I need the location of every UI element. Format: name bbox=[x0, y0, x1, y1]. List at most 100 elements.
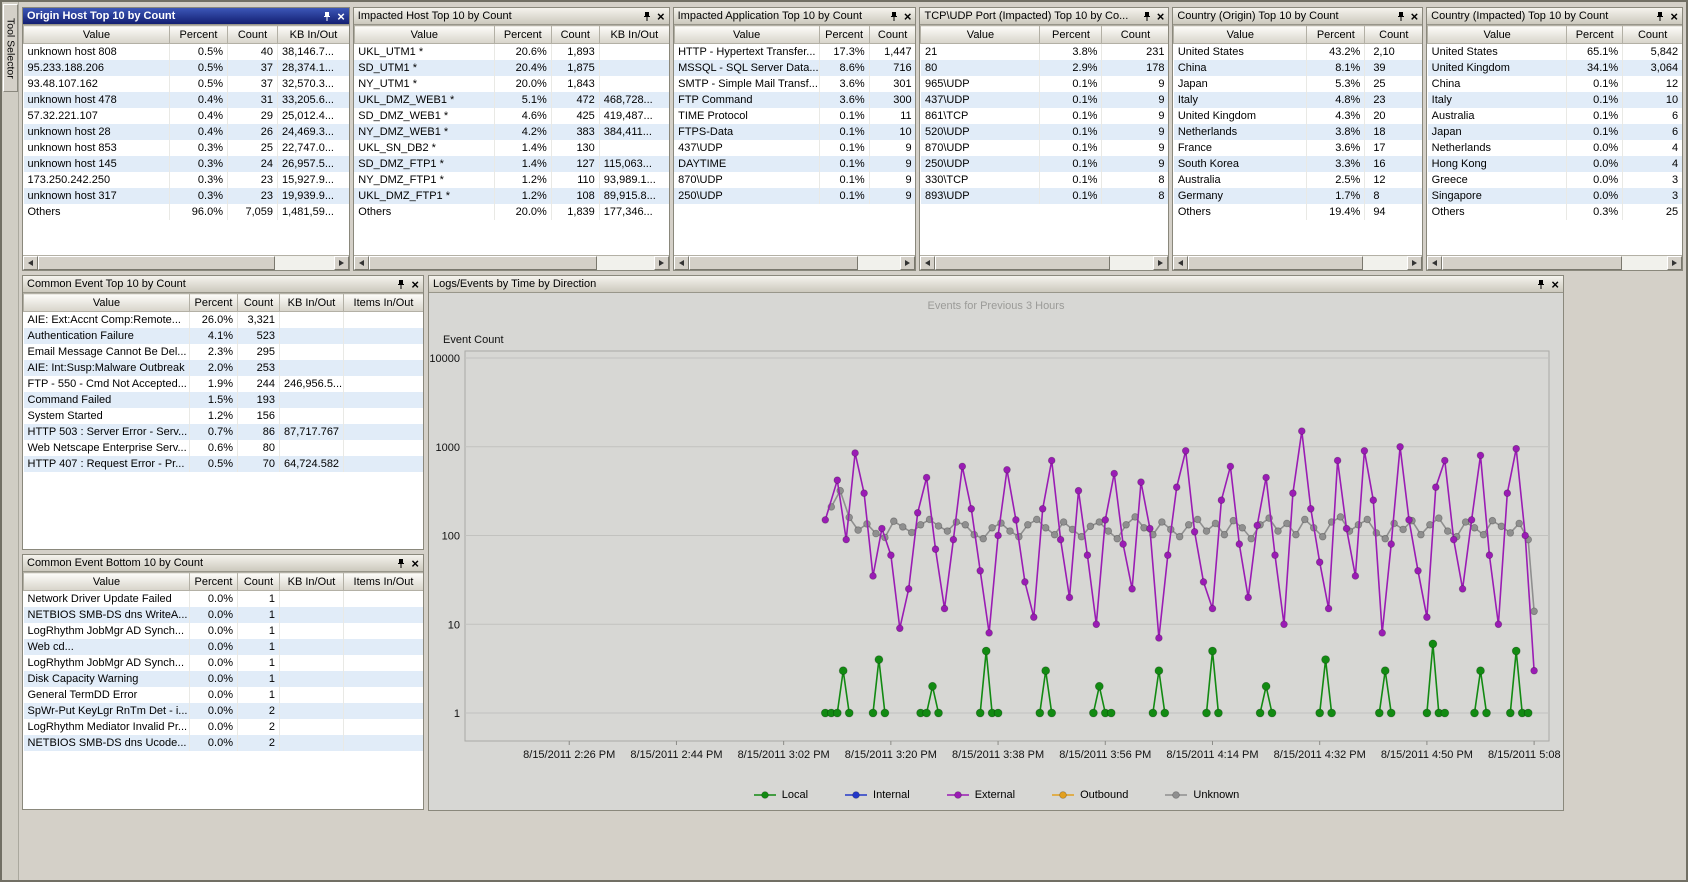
pin-icon[interactable] bbox=[1536, 279, 1546, 290]
column-header[interactable]: Count bbox=[228, 26, 278, 44]
legend-item-outbound[interactable]: Outbound bbox=[1051, 789, 1128, 801]
column-header[interactable]: KB In/Out bbox=[280, 573, 344, 591]
table-row[interactable]: South Korea3.3%16 bbox=[1174, 156, 1422, 172]
scroll-right-button[interactable] bbox=[1667, 256, 1682, 270]
horizontal-scrollbar[interactable] bbox=[674, 255, 916, 270]
origin-host-titlebar[interactable]: Origin Host Top 10 by Count × bbox=[23, 8, 349, 25]
legend-item-internal[interactable]: Internal bbox=[844, 789, 910, 801]
table-row[interactable]: NY_UTM1 *20.0%1,843 bbox=[354, 76, 668, 92]
scroll-left-button[interactable] bbox=[354, 256, 369, 270]
column-header[interactable]: Value bbox=[1428, 26, 1567, 44]
table-row[interactable]: NETBIOS SMB-DS dns WriteA...0.0%1 bbox=[24, 607, 424, 623]
impacted-host-titlebar[interactable]: Impacted Host Top 10 by Count × bbox=[354, 8, 669, 25]
table-row[interactable]: AIE: Ext:Accnt Comp:Remote...26.0%3,321 bbox=[24, 312, 424, 328]
table-row[interactable]: 437\UDP0.1%9 bbox=[674, 140, 915, 156]
column-header[interactable]: Percent bbox=[190, 294, 238, 312]
table-row[interactable]: 330\TCP0.1%8 bbox=[921, 172, 1168, 188]
table-row[interactable]: Command Failed1.5%193 bbox=[24, 392, 424, 408]
table-row[interactable]: Disk Capacity Warning0.0%1 bbox=[24, 671, 424, 687]
table-row[interactable]: Japan0.1%6 bbox=[1428, 124, 1682, 140]
scrollbar-thumb[interactable] bbox=[1188, 256, 1363, 270]
column-header[interactable]: Value bbox=[24, 26, 170, 44]
legend-item-local[interactable]: Local bbox=[753, 789, 808, 801]
pin-icon[interactable] bbox=[1655, 11, 1665, 22]
tool-selector-tab[interactable]: Tool Selector bbox=[3, 4, 18, 92]
table-row[interactable]: unknown host 1450.3%2426,957.5... bbox=[24, 156, 349, 172]
column-header[interactable]: KB In/Out bbox=[599, 26, 668, 44]
table-row[interactable]: Hong Kong0.0%4 bbox=[1428, 156, 1682, 172]
horizontal-scrollbar[interactable] bbox=[23, 255, 349, 270]
table-row[interactable]: China0.1%12 bbox=[1428, 76, 1682, 92]
scrollbar-thumb[interactable] bbox=[689, 256, 858, 270]
horizontal-scrollbar[interactable] bbox=[354, 255, 669, 270]
scroll-right-button[interactable] bbox=[1153, 256, 1168, 270]
table-row[interactable]: Netherlands0.0%4 bbox=[1428, 140, 1682, 156]
table-row[interactable]: Others96.0%7,0591,481,59... bbox=[24, 204, 349, 220]
table-row[interactable]: unknown host 8080.5%4038,146.7... bbox=[24, 44, 349, 60]
table-row[interactable]: SMTP - Simple Mail Transf...3.6%301 bbox=[674, 76, 915, 92]
table-row[interactable]: Australia0.1%6 bbox=[1428, 108, 1682, 124]
table-row[interactable]: 802.9%178 bbox=[921, 60, 1168, 76]
table-row[interactable]: Germany1.7%8 bbox=[1174, 188, 1422, 204]
pin-icon[interactable] bbox=[322, 11, 332, 22]
table-row[interactable]: Australia2.5%12 bbox=[1174, 172, 1422, 188]
table-row[interactable]: unknown host 4780.4%3133,205.6... bbox=[24, 92, 349, 108]
scrollbar-track[interactable] bbox=[689, 256, 901, 270]
table-row[interactable]: FTP Command3.6%300 bbox=[674, 92, 915, 108]
events-by-time-chart[interactable]: 1000010001001018/15/2011 2:26 PM8/15/201… bbox=[429, 293, 1563, 780]
scrollbar-track[interactable] bbox=[935, 256, 1153, 270]
scroll-left-button[interactable] bbox=[23, 256, 38, 270]
legend-item-unknown[interactable]: Unknown bbox=[1164, 789, 1239, 801]
table-row[interactable]: UKL_SN_DB2 *1.4%130 bbox=[354, 140, 668, 156]
column-header[interactable]: Count bbox=[238, 294, 280, 312]
table-row[interactable]: Japan5.3%25 bbox=[1174, 76, 1422, 92]
table-row[interactable]: UKL_DMZ_FTP1 *1.2%10889,915.8... bbox=[354, 188, 668, 204]
table-row[interactable]: China8.1%39 bbox=[1174, 60, 1422, 76]
table-row[interactable]: System Started1.2%156 bbox=[24, 408, 424, 424]
scroll-right-button[interactable] bbox=[654, 256, 669, 270]
table-row[interactable]: SD_UTM1 *20.4%1,875 bbox=[354, 60, 668, 76]
table-row[interactable]: United Kingdom34.1%3,064 bbox=[1428, 60, 1682, 76]
table-row[interactable]: SpWr-Put KeyLgr RnTm Det - i...0.0%2 bbox=[24, 703, 424, 719]
table-row[interactable]: 250\UDP0.1%9 bbox=[674, 188, 915, 204]
table-row[interactable]: Italy4.8%23 bbox=[1174, 92, 1422, 108]
common-event-bottom-titlebar[interactable]: Common Event Bottom 10 by Count × bbox=[23, 555, 423, 572]
close-icon[interactable]: × bbox=[903, 10, 913, 23]
column-header[interactable]: Percent bbox=[190, 573, 238, 591]
table-row[interactable]: LogRhythm Mediator Invalid Pr...0.0%2 bbox=[24, 719, 424, 735]
column-header[interactable]: Count bbox=[869, 26, 915, 44]
pin-icon[interactable] bbox=[1396, 11, 1406, 22]
scroll-left-button[interactable] bbox=[1427, 256, 1442, 270]
close-icon[interactable]: × bbox=[336, 10, 346, 23]
column-header[interactable]: Value bbox=[24, 573, 190, 591]
table-row[interactable]: AIE: Int:Susp:Malware Outbreak2.0%253 bbox=[24, 360, 424, 376]
impacted-application-titlebar[interactable]: Impacted Application Top 10 by Count × bbox=[674, 8, 916, 25]
table-row[interactable]: United Kingdom4.3%20 bbox=[1174, 108, 1422, 124]
table-row[interactable]: NY_DMZ_WEB1 *4.2%383384,411... bbox=[354, 124, 668, 140]
table-row[interactable]: Others19.4%94 bbox=[1174, 204, 1422, 220]
table-row[interactable]: Others20.0%1,839177,346... bbox=[354, 204, 668, 220]
table-row[interactable]: Network Driver Update Failed0.0%1 bbox=[24, 591, 424, 607]
scroll-right-button[interactable] bbox=[900, 256, 915, 270]
table-row[interactable]: NETBIOS SMB-DS dns Ucode...0.0%2 bbox=[24, 735, 424, 751]
table-row[interactable]: Singapore0.0%3 bbox=[1428, 188, 1682, 204]
table-row[interactable]: MSSQL - SQL Server Data...8.6%716 bbox=[674, 60, 915, 76]
table-row[interactable]: Web cd...0.0%1 bbox=[24, 639, 424, 655]
country-impacted-titlebar[interactable]: Country (Impacted) Top 10 by Count × bbox=[1427, 8, 1682, 25]
table-row[interactable]: TIME Protocol0.1%11 bbox=[674, 108, 915, 124]
table-row[interactable]: unknown host 8530.3%2522,747.0... bbox=[24, 140, 349, 156]
table-row[interactable]: Authentication Failure4.1%523 bbox=[24, 328, 424, 344]
table-row[interactable]: 437\UDP0.1%9 bbox=[921, 92, 1168, 108]
column-header[interactable]: Percent bbox=[494, 26, 551, 44]
scroll-right-button[interactable] bbox=[334, 256, 349, 270]
column-header[interactable]: Items In/Out bbox=[344, 294, 424, 312]
table-row[interactable]: 520\UDP0.1%9 bbox=[921, 124, 1168, 140]
legend-item-external[interactable]: External bbox=[946, 789, 1015, 801]
close-icon[interactable]: × bbox=[1550, 278, 1560, 291]
tcp-udp-port-titlebar[interactable]: TCP\UDP Port (Impacted) Top 10 by Co... … bbox=[920, 8, 1168, 25]
close-icon[interactable]: × bbox=[1410, 10, 1420, 23]
table-row[interactable]: United States65.1%5,842 bbox=[1428, 44, 1682, 60]
close-icon[interactable]: × bbox=[1669, 10, 1679, 23]
table-row[interactable]: UKL_DMZ_WEB1 *5.1%472468,728... bbox=[354, 92, 668, 108]
close-icon[interactable]: × bbox=[1156, 10, 1166, 23]
